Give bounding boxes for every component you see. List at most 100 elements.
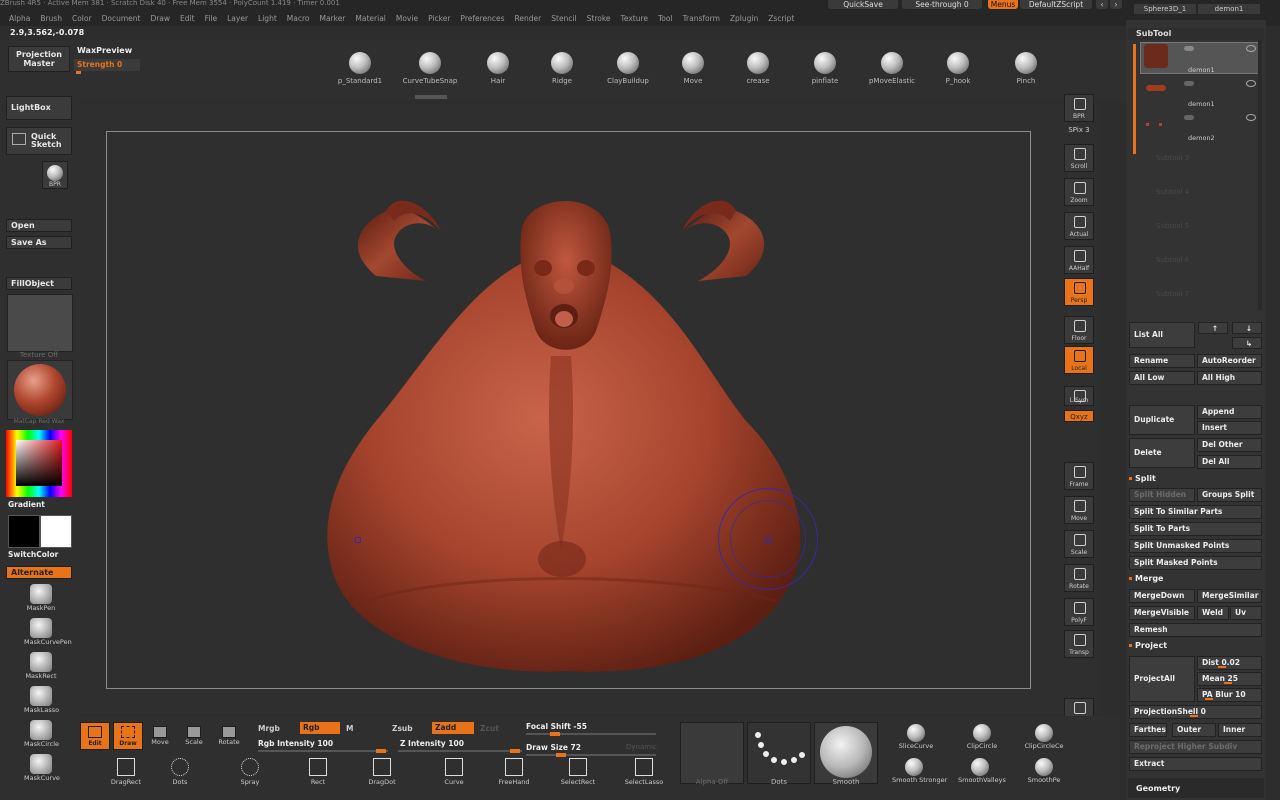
z-intensity-slider[interactable] — [398, 749, 522, 753]
view-persp[interactable]: Persp — [1064, 278, 1094, 306]
geometry-section-header[interactable]: Geometry — [1136, 784, 1180, 793]
stroke-dragrect[interactable]: DragRect — [96, 758, 156, 786]
outer-button[interactable]: Outer — [1172, 723, 1216, 737]
split-section-header[interactable]: Split — [1128, 474, 1156, 483]
zsub-button[interactable]: Zsub — [392, 724, 413, 733]
save-as-button[interactable]: Save As — [6, 236, 72, 249]
rotate-mode-button[interactable]: Rotate — [216, 726, 242, 746]
brush-pinch[interactable]: Pinch — [996, 52, 1056, 85]
menu-edit[interactable]: Edit — [175, 13, 200, 25]
focal-shift-slider[interactable] — [526, 732, 656, 736]
del-other-button[interactable]: Del Other — [1197, 438, 1262, 452]
stroke-rect[interactable]: Rect — [298, 758, 338, 786]
move-end-icon[interactable]: ↳ — [1232, 337, 1262, 349]
brush-p-standard1[interactable]: p_Standard1 — [330, 52, 390, 85]
menu-stencil[interactable]: Stencil — [546, 13, 581, 25]
stroke-slot[interactable] — [747, 722, 811, 784]
nav-left-icon[interactable]: ‹ — [1096, 0, 1108, 9]
stroke-dragdot[interactable]: DragDot — [362, 758, 402, 786]
menu-layer[interactable]: Layer — [222, 13, 253, 25]
menu-zplugin[interactable]: Zplugin — [725, 13, 763, 25]
color-picker[interactable] — [6, 430, 72, 497]
eye-icon[interactable] — [1246, 45, 1256, 52]
view-scroll[interactable]: Scroll — [1064, 144, 1094, 172]
rgb-intensity-slider[interactable] — [258, 749, 388, 753]
merge-section-header[interactable]: Merge — [1128, 574, 1163, 583]
insert-button[interactable]: Insert — [1197, 421, 1262, 435]
brush-crease[interactable]: crease — [728, 52, 788, 85]
subtool-header[interactable]: SubTool — [1136, 29, 1171, 38]
brush-move[interactable]: Move — [663, 52, 723, 85]
scale-mode-button[interactable]: Scale — [182, 726, 206, 746]
bpr-render-button[interactable]: BPR — [42, 161, 68, 189]
brush-pmoveelastic[interactable]: pMoveElastic — [862, 52, 922, 85]
view-qxyz[interactable]: Qxyz — [1064, 410, 1094, 422]
menu-preferences[interactable]: Preferences — [455, 13, 509, 25]
project-section-header[interactable]: Project — [1128, 641, 1167, 650]
menu-document[interactable]: Document — [97, 13, 146, 25]
menu-marker[interactable]: Marker — [314, 13, 350, 25]
texture-slot[interactable] — [7, 294, 73, 352]
open-button[interactable]: Open — [6, 219, 72, 232]
fillobject-button[interactable]: FillObject — [6, 277, 72, 290]
see-through-slider[interactable]: See-through 0 — [902, 0, 982, 9]
view-zoom[interactable]: Zoom — [1064, 178, 1094, 206]
move-up-icon[interactable]: ↑ — [1198, 322, 1228, 334]
menu-color[interactable]: Color — [67, 13, 97, 25]
split-unmasked-button[interactable]: Split Unmasked Points — [1129, 539, 1262, 553]
all-low-button[interactable]: All Low — [1129, 371, 1195, 385]
subtool-slot-empty[interactable]: Subtool 5 — [1140, 218, 1262, 248]
zcut-button[interactable]: Zcut — [480, 724, 499, 733]
stroke-spray[interactable]: Spray — [230, 758, 270, 786]
tool-masklasso[interactable]: MaskLasso — [24, 686, 59, 714]
brush-slicecurve[interactable]: SliceCurve — [894, 724, 938, 750]
menu-movie[interactable]: Movie — [391, 13, 423, 25]
draw-size-slider[interactable] — [526, 753, 656, 757]
menu-material[interactable]: Material — [350, 13, 390, 25]
gradient-label[interactable]: Gradient — [8, 500, 45, 509]
rgb-button[interactable]: Rgb — [300, 722, 340, 734]
lightbox-button[interactable]: LightBox — [6, 96, 72, 120]
subtool-slot-empty[interactable]: Subtool 3 — [1140, 150, 1262, 180]
mergesimilar-button[interactable]: MergeSimilar — [1197, 589, 1262, 603]
brush-smooth-stronger[interactable]: Smooth Stronger — [892, 758, 947, 784]
split-hidden-button[interactable]: Split Hidden — [1129, 488, 1195, 502]
rename-button[interactable]: Rename — [1129, 354, 1195, 368]
material-slot[interactable] — [7, 360, 73, 420]
menu-file[interactable]: File — [200, 13, 223, 25]
tool-tab-demon[interactable]: demon1 — [1198, 4, 1260, 14]
view-actual[interactable]: Actual — [1064, 212, 1094, 240]
edit-mode-button[interactable]: Edit — [80, 722, 110, 750]
farthest-button[interactable]: Farthest — [1129, 723, 1167, 737]
remesh-button[interactable]: Remesh — [1129, 623, 1262, 637]
stroke-curve[interactable]: Curve — [434, 758, 474, 786]
visibility-toggle-icon[interactable] — [1184, 81, 1194, 86]
mergedown-button[interactable]: MergeDown — [1129, 589, 1195, 603]
tool-tab-sphere[interactable]: Sphere3D_1 — [1134, 4, 1196, 14]
del-all-button[interactable]: Del All — [1197, 455, 1262, 469]
primary-color-swatch[interactable] — [8, 515, 40, 548]
stroke-dots[interactable]: Dots — [150, 758, 210, 786]
duplicate-button[interactable]: Duplicate — [1129, 405, 1195, 435]
shelf-scroll-handle[interactable] — [415, 95, 447, 99]
uv-button[interactable]: Uv — [1230, 606, 1262, 620]
split-parts-button[interactable]: Split To Parts — [1129, 522, 1262, 536]
quicksave-button[interactable]: QuickSave — [828, 0, 898, 9]
brush-smoothvalleys[interactable]: SmoothValleys — [958, 758, 1006, 784]
subtool-scrollbar[interactable] — [1258, 40, 1262, 310]
eye-icon[interactable] — [1246, 114, 1256, 121]
groups-split-button[interactable]: Groups Split — [1197, 488, 1262, 502]
demon-model[interactable] — [106, 131, 1031, 689]
draw-mode-button[interactable]: Draw — [113, 722, 143, 750]
visibility-toggle-icon[interactable] — [1184, 46, 1194, 51]
menu-tool[interactable]: Tool — [653, 13, 678, 25]
tool-maskrect[interactable]: MaskRect — [24, 652, 58, 680]
inner-button[interactable]: Inner — [1218, 723, 1262, 737]
alternate-button[interactable]: Alternate — [6, 566, 72, 579]
view-spix-3[interactable]: SPix 3 — [1064, 124, 1094, 136]
list-all-button[interactable]: List All — [1129, 322, 1195, 348]
view-move[interactable]: Move — [1064, 496, 1094, 524]
stroke-selectlasso[interactable]: SelectLasso — [624, 758, 664, 786]
subtool-slot-empty[interactable]: Subtool 6 — [1140, 252, 1262, 282]
menu-light[interactable]: Light — [253, 13, 282, 25]
